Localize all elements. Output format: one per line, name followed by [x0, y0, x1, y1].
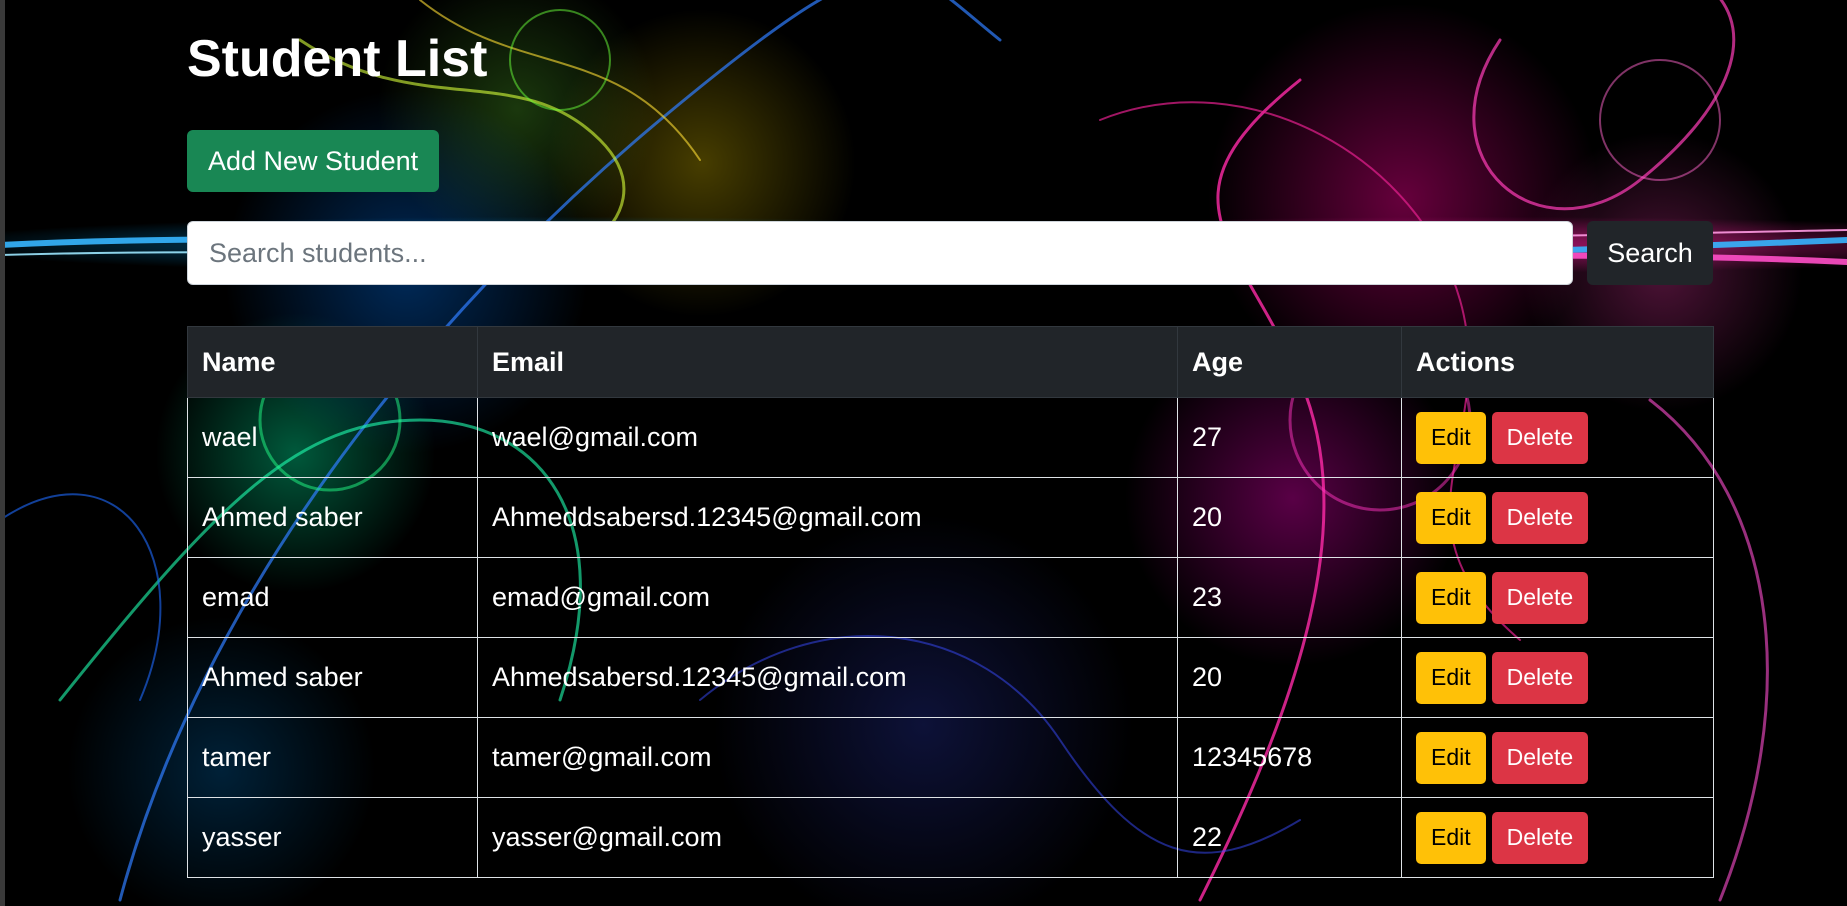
- column-header-email: Email: [477, 326, 1178, 398]
- student-email: wael@gmail.com: [477, 397, 1178, 478]
- page-title: Student List: [187, 30, 488, 88]
- student-email: Ahmedsabersd.12345@gmail.com: [477, 637, 1178, 718]
- student-name: yasser: [187, 797, 478, 878]
- column-header-name: Name: [187, 326, 478, 398]
- row-actions: Edit Delete: [1401, 717, 1714, 798]
- table-body: wael wael@gmail.com 27 Edit Delete Ahmed …: [187, 397, 1714, 878]
- edit-button[interactable]: Edit: [1416, 411, 1486, 464]
- delete-button[interactable]: Delete: [1491, 651, 1589, 704]
- student-name: wael: [187, 397, 478, 478]
- search-form: Search: [187, 221, 1713, 285]
- add-student-button[interactable]: Add New Student: [187, 130, 440, 192]
- student-email: emad@gmail.com: [477, 557, 1178, 638]
- table-row: Ahmed saber Ahmedsabersd.12345@gmail.com…: [187, 637, 1714, 718]
- row-actions: Edit Delete: [1401, 557, 1714, 638]
- column-header-actions: Actions: [1401, 326, 1714, 398]
- students-table: Name Email Age Actions wael wael@gmail.c…: [187, 326, 1714, 878]
- row-actions: Edit Delete: [1401, 797, 1714, 878]
- student-email: Ahmeddsabersd.12345@gmail.com: [477, 477, 1178, 558]
- search-button[interactable]: Search: [1587, 221, 1713, 285]
- student-name: emad: [187, 557, 478, 638]
- table-row: wael wael@gmail.com 27 Edit Delete: [187, 397, 1714, 478]
- edit-button[interactable]: Edit: [1416, 651, 1486, 704]
- student-age: 20: [1177, 637, 1402, 718]
- row-actions: Edit Delete: [1401, 477, 1714, 558]
- table-row: Ahmed saber Ahmeddsabersd.12345@gmail.co…: [187, 477, 1714, 558]
- delete-button[interactable]: Delete: [1491, 731, 1589, 784]
- student-age: 20: [1177, 477, 1402, 558]
- student-email: tamer@gmail.com: [477, 717, 1178, 798]
- column-header-age: Age: [1177, 326, 1402, 398]
- table-header: Name Email Age Actions: [187, 326, 1714, 398]
- delete-button[interactable]: Delete: [1491, 411, 1589, 464]
- search-input[interactable]: [187, 221, 1573, 285]
- student-name: Ahmed saber: [187, 477, 478, 558]
- table-row: tamer tamer@gmail.com 12345678 Edit Delet…: [187, 717, 1714, 798]
- student-name: tamer: [187, 717, 478, 798]
- edit-button[interactable]: Edit: [1416, 571, 1486, 624]
- delete-button[interactable]: Delete: [1491, 571, 1589, 624]
- student-name: Ahmed saber: [187, 637, 478, 718]
- student-age: 27: [1177, 397, 1402, 478]
- edit-button[interactable]: Edit: [1416, 491, 1486, 544]
- student-age: 22: [1177, 797, 1402, 878]
- delete-button[interactable]: Delete: [1491, 491, 1589, 544]
- delete-button[interactable]: Delete: [1491, 811, 1589, 864]
- table-row: yasser yasser@gmail.com 22 Edit Delete: [187, 797, 1714, 878]
- row-actions: Edit Delete: [1401, 637, 1714, 718]
- student-age: 12345678: [1177, 717, 1402, 798]
- table-row: emad emad@gmail.com 23 Edit Delete: [187, 557, 1714, 638]
- row-actions: Edit Delete: [1401, 397, 1714, 478]
- window-edge: [0, 0, 5, 906]
- student-age: 23: [1177, 557, 1402, 638]
- edit-button[interactable]: Edit: [1416, 811, 1486, 864]
- student-email: yasser@gmail.com: [477, 797, 1178, 878]
- edit-button[interactable]: Edit: [1416, 731, 1486, 784]
